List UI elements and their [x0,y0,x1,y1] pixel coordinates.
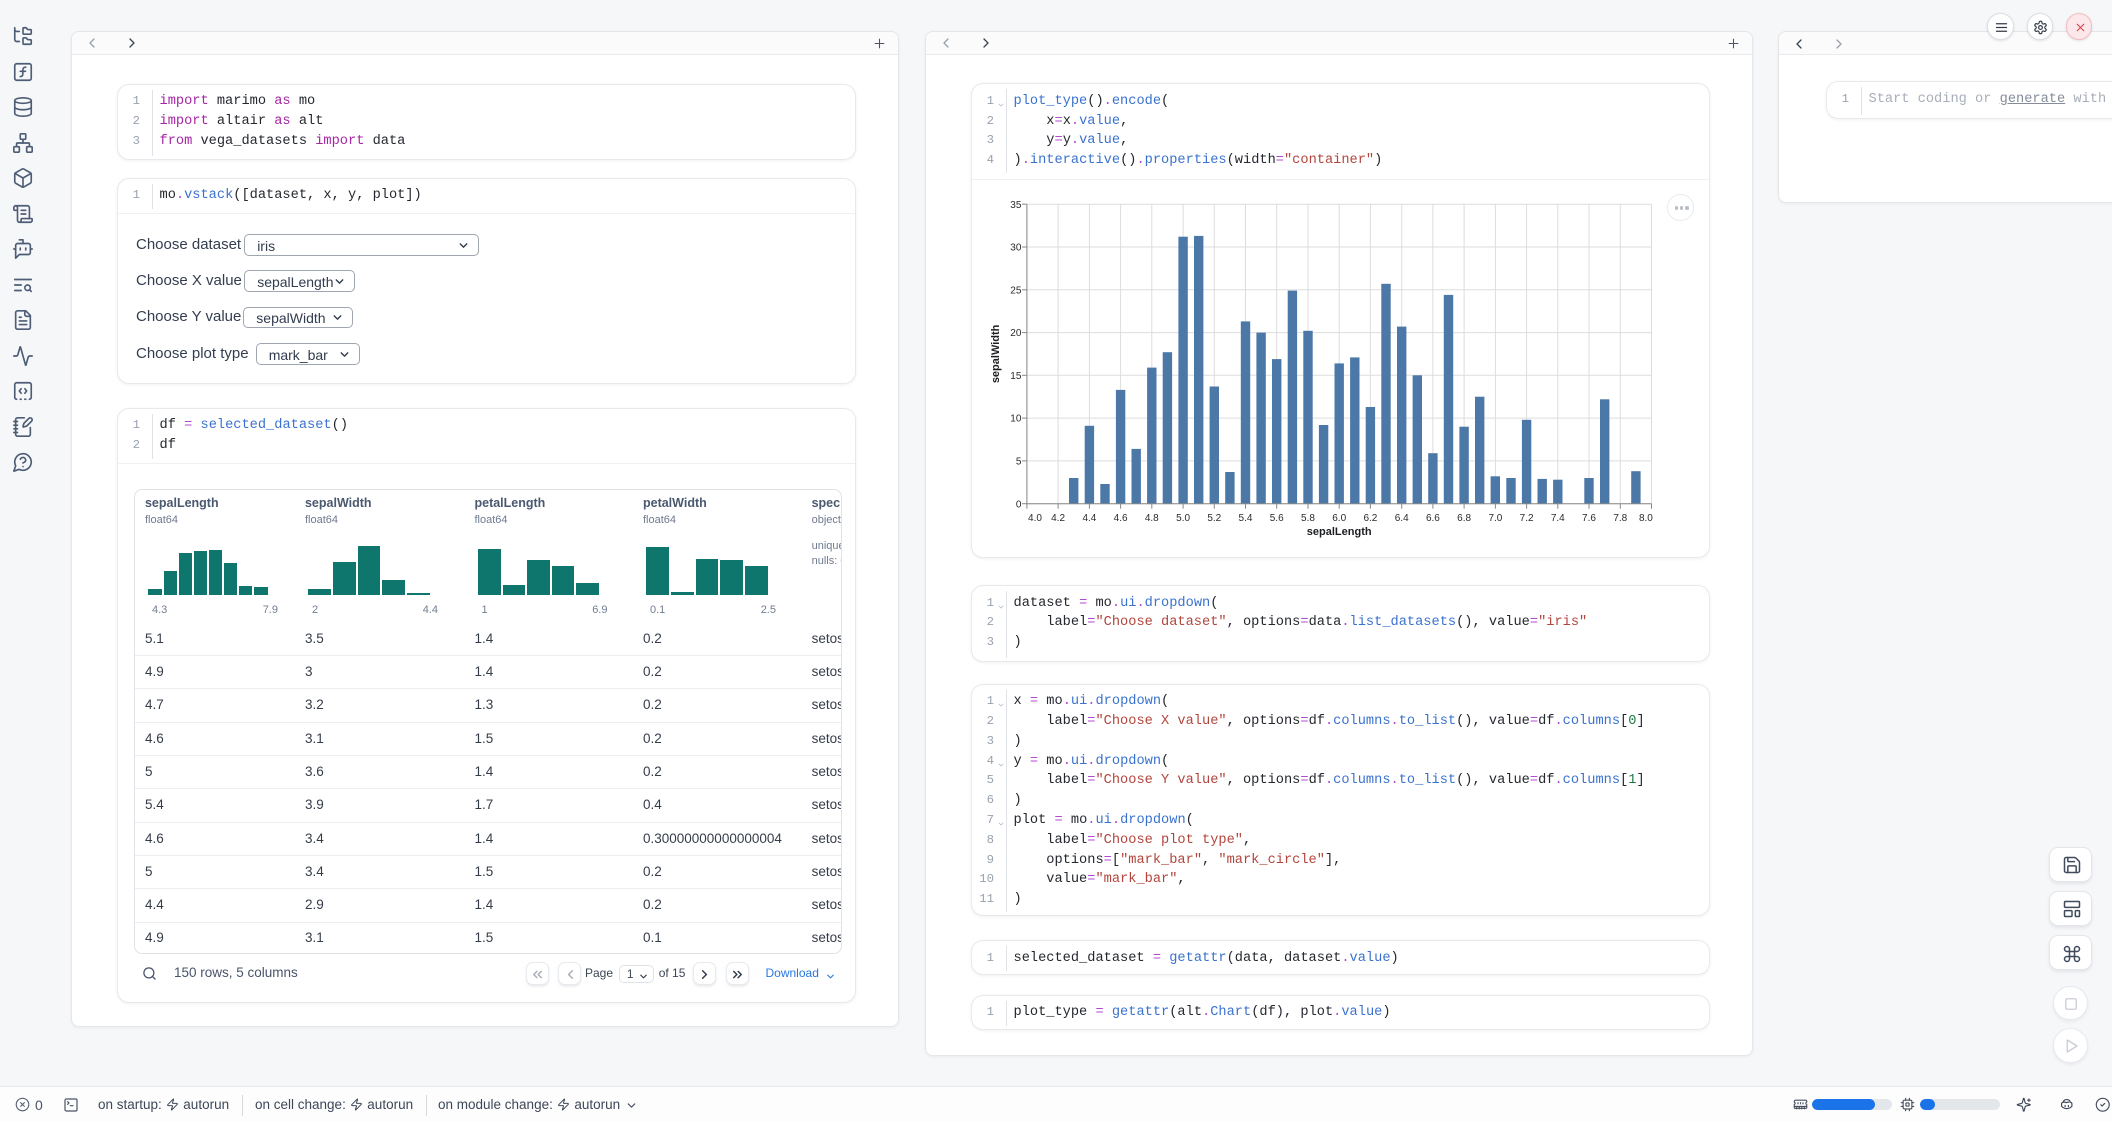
svg-text:4.4: 4.4 [1082,514,1096,525]
svg-text:6.4: 6.4 [1395,514,1409,525]
svg-text:15: 15 [1010,371,1022,382]
svg-text:5.4: 5.4 [1239,514,1253,525]
svg-text:5.6: 5.6 [1270,514,1284,525]
svg-text:20: 20 [1010,329,1022,340]
svg-text:35: 35 [1010,200,1022,211]
svg-text:6.2: 6.2 [1363,514,1377,525]
svg-text:7.8: 7.8 [1613,514,1627,525]
svg-text:7.4: 7.4 [1551,514,1565,525]
svg-text:25: 25 [1010,286,1022,297]
svg-text:4.6: 4.6 [1114,514,1128,525]
svg-text:6.0: 6.0 [1332,514,1346,525]
svg-text:7.6: 7.6 [1582,514,1596,525]
svg-text:5.8: 5.8 [1301,514,1315,525]
svg-text:8.0: 8.0 [1639,514,1653,525]
svg-text:5.0: 5.0 [1176,514,1190,525]
svg-text:5: 5 [1016,457,1022,468]
svg-text:5.2: 5.2 [1207,514,1221,525]
svg-text:sepalWidth: sepalWidth [990,325,1002,384]
svg-text:7.0: 7.0 [1488,514,1502,525]
svg-text:sepalLength: sepalLength [1307,527,1372,539]
svg-text:10: 10 [1010,414,1022,425]
svg-text:4.0: 4.0 [1028,514,1042,525]
svg-text:6.8: 6.8 [1457,514,1471,525]
svg-text:4.2: 4.2 [1051,514,1065,525]
svg-text:7.2: 7.2 [1520,514,1534,525]
svg-text:6.6: 6.6 [1426,514,1440,525]
svg-text:30: 30 [1010,243,1022,254]
svg-text:4.8: 4.8 [1145,514,1159,525]
svg-text:0: 0 [1016,500,1022,511]
